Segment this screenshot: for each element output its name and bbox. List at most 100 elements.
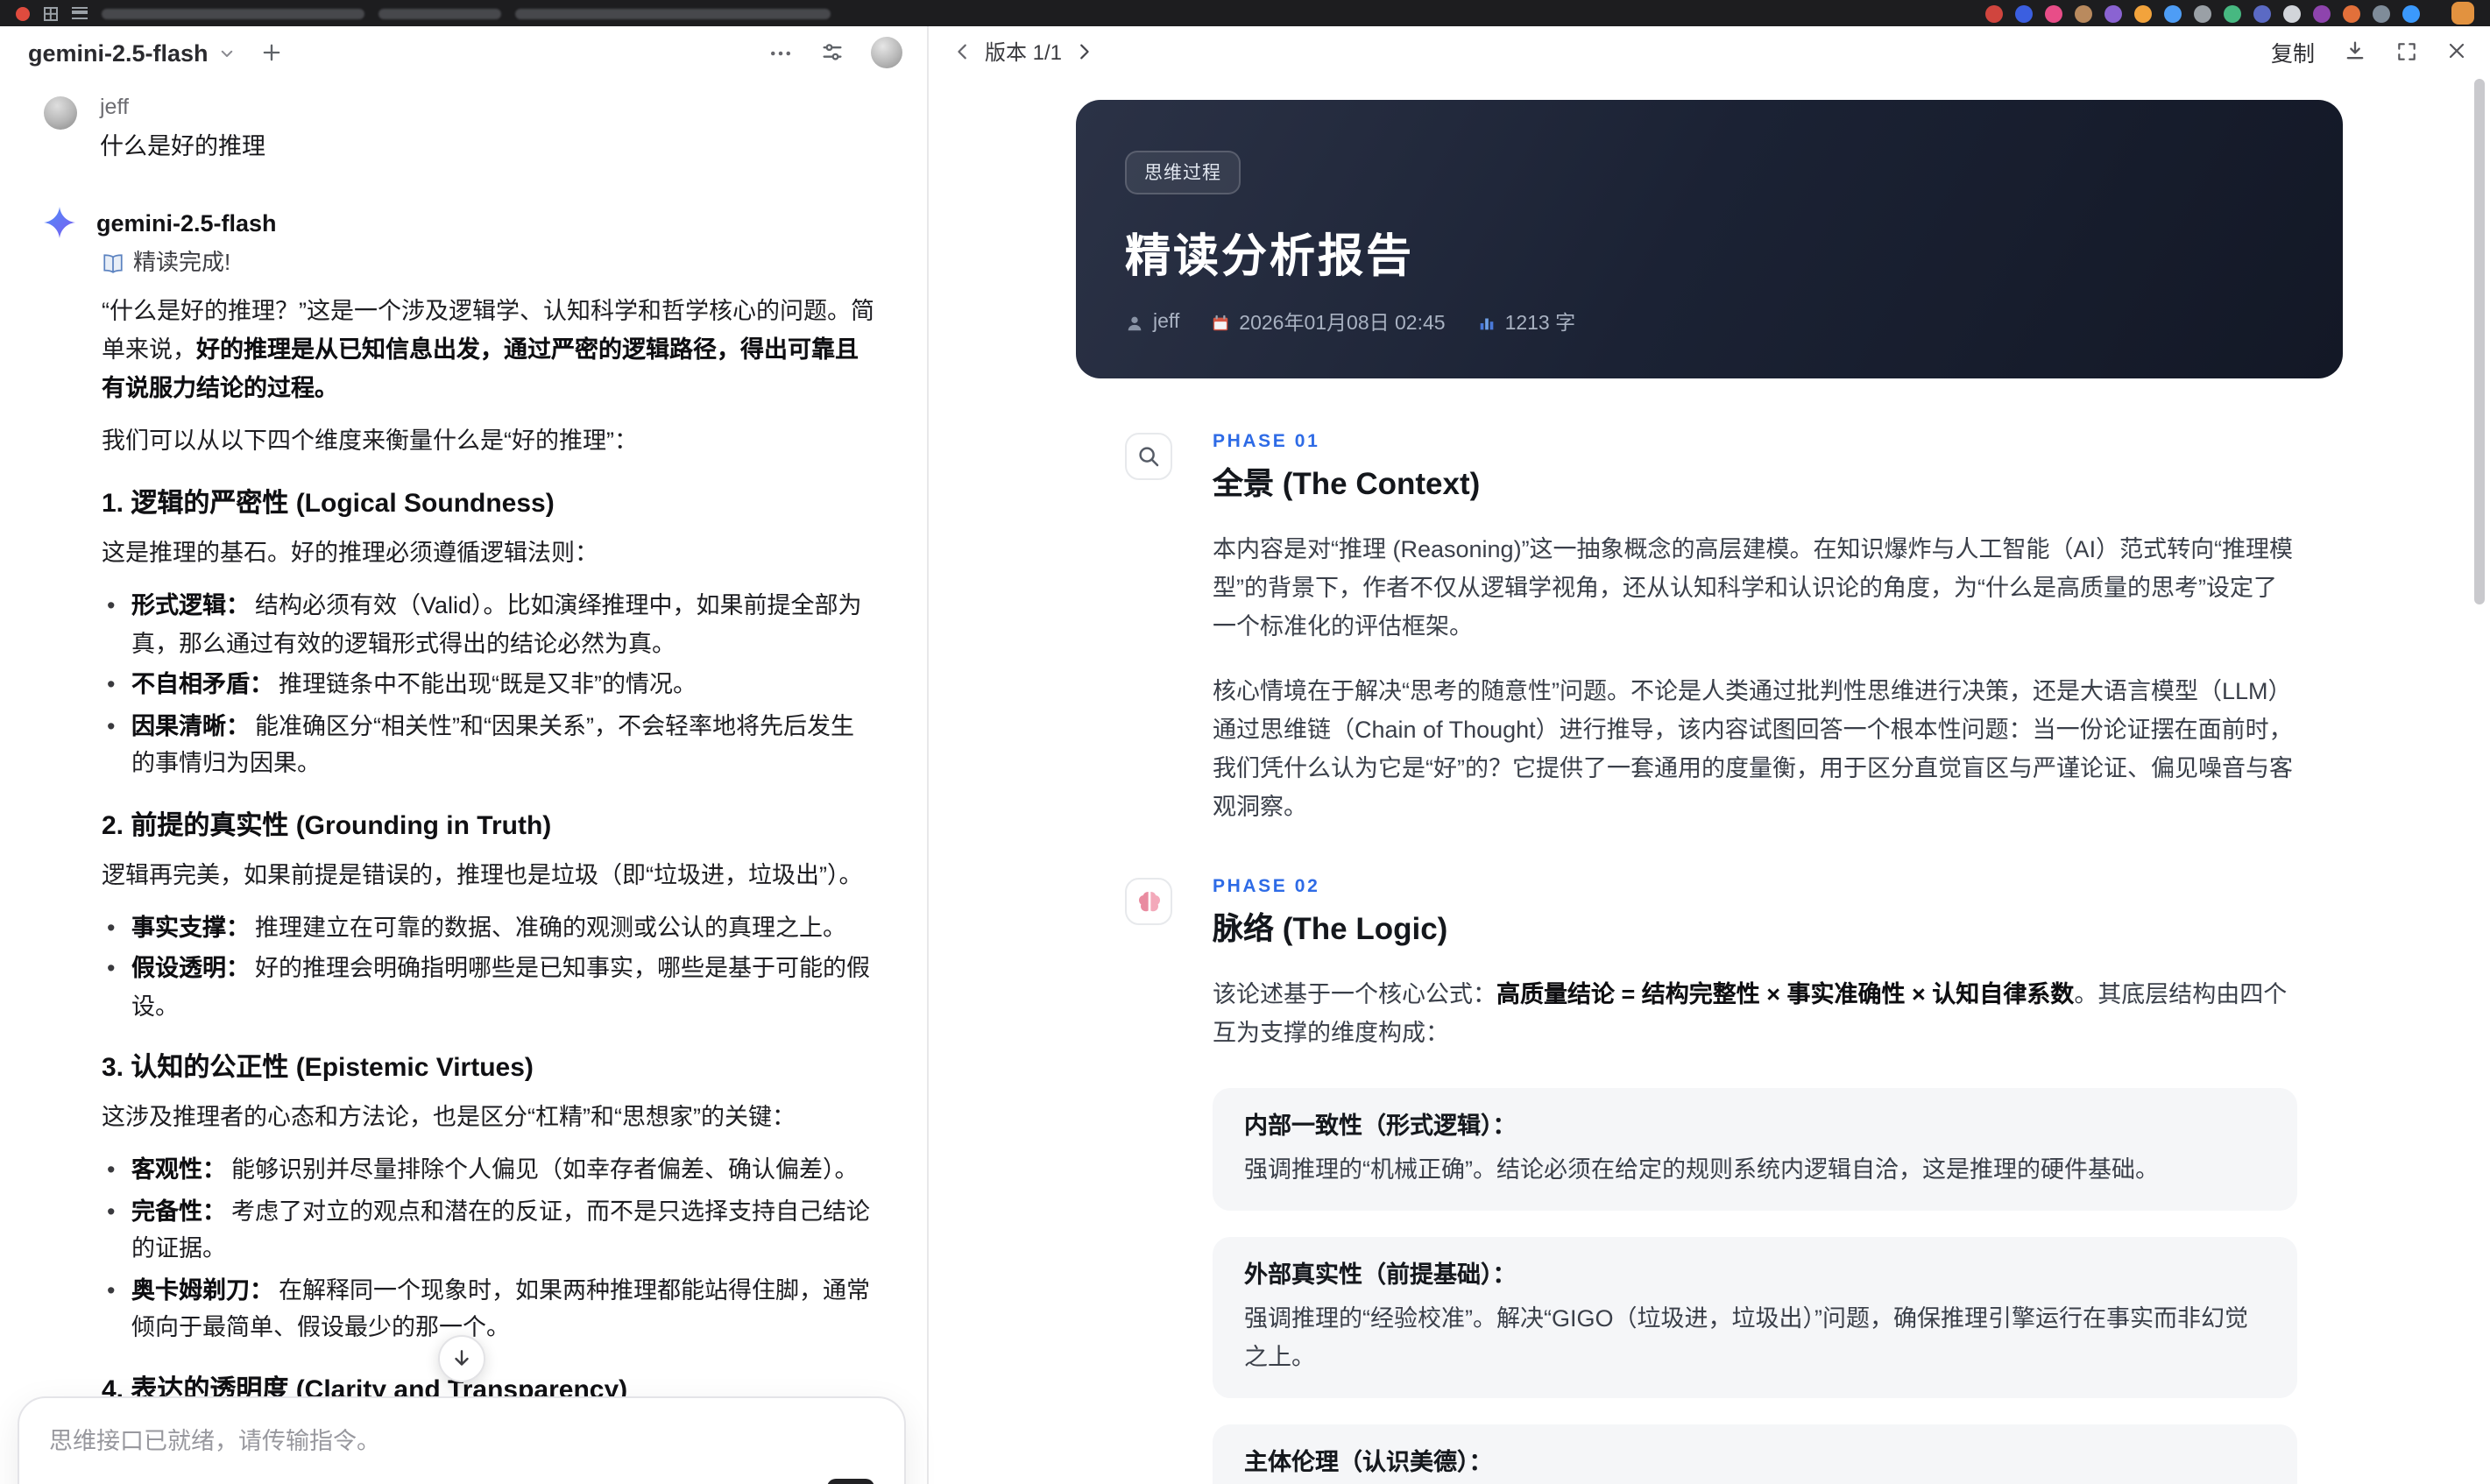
bullet-item: 不自相矛盾：推理链条中不能出现“既是又非”的情况。 (102, 666, 874, 703)
more-options-icon[interactable] (768, 39, 794, 66)
artifact-toolbar: 版本 1/1 复制 (929, 26, 2490, 75)
user-name: jeff (100, 95, 129, 119)
report-document[interactable]: 思维过程 精读分析报告 jeff 2026年01月08日 02:45 1213 … (929, 75, 2490, 1484)
extension-icon[interactable] (2134, 4, 2152, 22)
blurred-tab-title (378, 8, 501, 18)
status-line: 精读完成! (102, 247, 874, 279)
report-sections: PHASE 01 全景 (The Context) 本内容是对“推理 (Reason… (1076, 431, 2343, 1484)
browser-profile-avatar[interactable] (2451, 2, 2474, 25)
extension-icon[interactable] (2343, 4, 2360, 22)
brain-icon (1125, 878, 1172, 925)
extension-icon-row (1973, 4, 2420, 22)
chat-header: gemini-2.5-flash (0, 26, 927, 79)
extension-icon[interactable] (2373, 4, 2390, 22)
extension-icon[interactable] (2224, 4, 2241, 22)
report-hero: 思维过程 精读分析报告 jeff 2026年01月08日 02:45 1213 … (1076, 100, 2343, 378)
dimension-intro: 我们可以从以下四个维度来衡量什么是“好的推理”： (102, 428, 638, 454)
bullet-label: 客观性： (131, 1156, 226, 1183)
chat-section-heading: 3. 认知的公正性 (Epistemic Virtues) (102, 1053, 534, 1083)
bullet-list: 事实支撑：推理建立在可靠的数据、准确的观测或公认的真理之上。假设透明：好的推理会… (102, 908, 874, 1025)
bullet-label: 因果清晰： (131, 712, 250, 738)
report-section: PHASE 02 脉络 (The Logic) 该论述基于一个核心公式：高质量结论 … (1076, 876, 2343, 1484)
bullet-text: 考虑了对立的观点和潜在的反证，而不是只选择支持自己结论的证据。 (131, 1198, 870, 1261)
extension-icon[interactable] (2164, 4, 2182, 22)
message-input[interactable]: 思维接口已就绪，请传输指令。 (49, 1421, 874, 1456)
calendar-icon (1211, 313, 1230, 332)
bullet-item: 客观性：能够识别并尽量排除个人偏见（如幸存者偏差、确认偏差）。 (102, 1151, 874, 1189)
scrollbar-thumb[interactable] (2474, 79, 2485, 604)
system-topbar (0, 0, 2490, 26)
bullet-label: 事实支撑： (131, 914, 250, 940)
bullet-item: 奥卡姆剃刀：在解释同一个现象时，如果两种推理都能站得住脚，通常倾向于最简单、假设… (102, 1271, 874, 1346)
chat-message-list[interactable]: jeff 什么是好的推理 gemini-2.5-flash 精读完成! “什么是… (0, 79, 927, 1484)
bullet-text: 推理建立在可靠的数据、准确的观测或公认的真理之上。 (255, 914, 846, 940)
date-meta: 2026年01月08日 02:45 (1211, 308, 1446, 336)
book-icon (102, 251, 124, 274)
blurred-tab-title (102, 8, 364, 18)
blurred-address-text (515, 8, 831, 18)
chat-panel: gemini-2.5-flash jeff 什么是好的推理 gemini-2.5… (0, 26, 929, 1484)
bullet-list: 客观性：能够识别并尽量排除个人偏见（如幸存者偏差、确认偏差）。完备性：考虑了对立… (102, 1151, 874, 1346)
report-date: 2026年01月08日 02:45 (1239, 314, 1446, 335)
assistant-message: gemini-2.5-flash 精读完成! “什么是好的推理？”这是一个涉及逻… (44, 207, 874, 1484)
bullet-list: 形式逻辑：结构必须有效（Valid）。比如演绎推理中，如果前提全部为真，那么通过… (102, 587, 874, 782)
extension-icon[interactable] (2104, 4, 2122, 22)
voice-input-button[interactable] (827, 1479, 874, 1484)
model-switcher[interactable]: gemini-2.5-flash (28, 39, 235, 66)
report-title: 精读分析报告 (1125, 230, 1415, 282)
scroll-to-bottom-button[interactable] (438, 1335, 485, 1382)
card-text: 强调推理的“经验校准”。解决“GIGO（垃圾进，垃圾出）”问题，确保推理引擎运行… (1244, 1305, 2248, 1370)
user-avatar (44, 96, 77, 130)
expand-fullscreen-icon[interactable] (2395, 39, 2418, 62)
magnifier-icon (1125, 433, 1172, 480)
copy-button[interactable]: 复制 (2271, 34, 2315, 67)
author-meta: jeff (1125, 312, 1179, 333)
extension-icon[interactable] (1985, 4, 2003, 22)
chevron-right-icon[interactable] (1074, 41, 1093, 60)
extension-icon[interactable] (2253, 4, 2271, 22)
phase-label: PHASE 01 (1213, 431, 1320, 452)
section-paragraph: 该论述基于一个核心公式：高质量结论 = 结构完整性 × 事实准确性 × 认知自律… (1213, 976, 2297, 1053)
model-name: gemini-2.5-flash (28, 39, 209, 66)
word-count: 1213 字 (1504, 314, 1576, 335)
extension-icon[interactable] (2194, 4, 2211, 22)
dimension-cards: 内部一致性（形式逻辑）： 强调推理的“机械正确”。结论必须在给定的规则系统内逻辑自… (1213, 1088, 2343, 1484)
gemini-star-icon (44, 207, 75, 238)
extension-icon[interactable] (2075, 4, 2092, 22)
section-title: 全景 (The Context) (1213, 466, 1481, 501)
grid-icon[interactable] (44, 6, 58, 20)
bullet-item: 形式逻辑：结构必须有效（Valid）。比如演绎推理中，如果前提全部为真，那么通过… (102, 587, 874, 662)
extension-icon[interactable] (2015, 4, 2033, 22)
chat-section-heading: 1. 逻辑的严密性 (Logical Soundness) (102, 489, 555, 519)
extension-icon[interactable] (2402, 4, 2420, 22)
section-paragraph: 核心情境在于解决“思考的随意性”问题。不论是人类通过批判性思维进行决策，还是大语… (1213, 678, 2293, 820)
phase-label: PHASE 02 (1213, 876, 1320, 897)
download-icon[interactable] (2343, 39, 2367, 63)
formula-bold: 高质量结论 = 结构完整性 × 事实准确性 × 认知自律系数 (1496, 981, 2075, 1007)
extension-icon[interactable] (2283, 4, 2301, 22)
bullet-item: 因果清晰：能准确区分“相关性”和“因果关系”，不会轻率地将先后发生的事情归为因果… (102, 707, 874, 782)
bullet-item: 假设透明：好的推理会明确指明哪些是已知事实，哪些是基于可能的假设。 (102, 950, 874, 1025)
chevron-left-icon[interactable] (953, 41, 973, 60)
tune-settings-icon[interactable] (820, 40, 845, 65)
chevron-down-icon (219, 45, 235, 60)
extension-icon[interactable] (2313, 4, 2331, 22)
new-chat-button[interactable] (259, 40, 284, 65)
bar-chart-icon (1477, 313, 1496, 332)
status-text: 精读完成! (133, 249, 231, 275)
bullet-text: 推理链条中不能出现“既是又非”的情况。 (279, 671, 697, 697)
menu-icon[interactable] (72, 7, 88, 19)
bullet-label: 完备性： (131, 1198, 226, 1224)
word-count-meta: 1213 字 (1477, 308, 1576, 336)
section-paragraph: 本内容是对“推理 (Reasoning)”这一抽象概念的高层建模。在知识爆炸与人… (1213, 536, 2294, 640)
close-icon[interactable] (2446, 40, 2467, 61)
user-avatar[interactable] (871, 37, 902, 68)
assistant-name: gemini-2.5-flash (96, 209, 277, 236)
card-label: 主体伦理（认识美德）： (1244, 1449, 1493, 1475)
hero-badge: 思维过程 (1125, 151, 1241, 194)
record-dot-icon (16, 6, 30, 20)
extension-icon[interactable] (2045, 4, 2062, 22)
bullet-item: 事实支撑：推理建立在可靠的数据、准确的观测或公认的真理之上。 (102, 908, 874, 946)
user-message-text: 什么是好的推理 (100, 133, 265, 159)
card-text: 强调推理的“机械正确”。结论必须在给定的规则系统内逻辑自洽，这是推理的硬件基础。 (1244, 1156, 2159, 1183)
